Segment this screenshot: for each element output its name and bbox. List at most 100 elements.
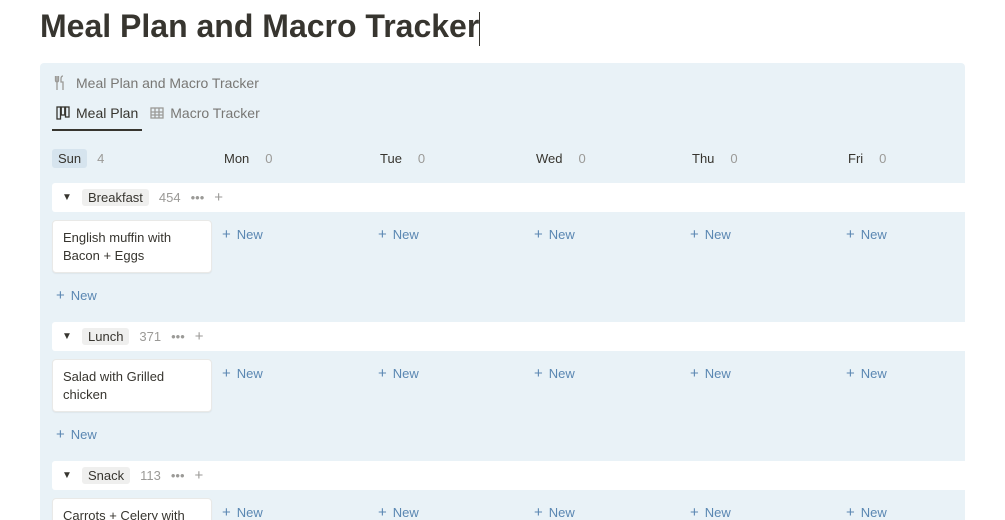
day-count-mon: 0 xyxy=(265,151,272,166)
group-count-breakfast: 454 xyxy=(159,190,181,205)
plus-icon: + xyxy=(222,226,231,243)
plus-icon: + xyxy=(56,426,65,443)
plus-icon: + xyxy=(846,504,855,520)
group-label-breakfast: Breakfast xyxy=(82,189,149,206)
new-button-sun-lunch[interactable]: +New xyxy=(52,420,212,449)
new-label: New xyxy=(237,505,263,520)
new-button-tue-lunch[interactable]: +New xyxy=(374,359,524,388)
new-button-wed-breakfast[interactable]: +New xyxy=(530,220,680,249)
new-button-mon-snack[interactable]: +New xyxy=(218,498,368,520)
day-count-wed: 0 xyxy=(579,151,586,166)
plus-icon: + xyxy=(534,365,543,382)
new-label: New xyxy=(237,366,263,381)
cell-thu-snack: + New xyxy=(686,490,836,520)
group-count-lunch: 371 xyxy=(139,329,161,344)
plus-icon: + xyxy=(690,504,699,520)
page-title[interactable]: Meal Plan and Macro Tracker xyxy=(40,8,479,45)
cell-tue-lunch: +New xyxy=(374,351,524,449)
day-label-fri: Fri xyxy=(842,149,869,168)
add-icon[interactable]: + xyxy=(214,190,223,205)
cell-sun-snack: Carrots + Celery with Hummus +New xyxy=(52,490,212,520)
card-lunch-text: Salad with Grilled chicken xyxy=(63,369,164,402)
caret-down-icon[interactable]: ▼ xyxy=(62,192,72,203)
group-label-lunch: Lunch xyxy=(82,328,129,345)
column-header-tue[interactable]: Tue 0 xyxy=(374,145,524,171)
column-header-fri[interactable]: Fri 0 xyxy=(842,145,992,171)
column-header-thu[interactable]: Thu 0 xyxy=(686,145,836,171)
new-button-mon-lunch[interactable]: + New xyxy=(218,359,368,388)
cell-sun-breakfast: English muffin with Bacon + Eggs +New xyxy=(52,212,212,310)
database-header: Meal Plan and Macro Tracker xyxy=(40,75,965,99)
new-label: New xyxy=(237,227,263,242)
caret-down-icon[interactable]: ▼ xyxy=(62,331,72,342)
board: Sun 4 Mon 0 Tue 0 Wed 0 Thu 0 Fri 0 xyxy=(40,131,965,520)
new-label: New xyxy=(549,505,575,520)
new-label: New xyxy=(393,227,419,242)
cell-mon-lunch: + New xyxy=(218,351,368,449)
new-label: New xyxy=(705,366,731,381)
caret-down-icon[interactable]: ▼ xyxy=(62,470,72,481)
more-icon[interactable]: ••• xyxy=(191,190,205,205)
group-header-breakfast[interactable]: ▼ Breakfast 454 ••• + xyxy=(52,183,992,212)
new-button-fri-snack[interactable]: + New xyxy=(842,498,992,520)
new-button-wed-lunch[interactable]: + New xyxy=(530,359,680,388)
new-button-wed-snack[interactable]: +New xyxy=(530,498,680,520)
new-label: New xyxy=(393,366,419,381)
day-count-fri: 0 xyxy=(879,151,886,166)
plus-icon: + xyxy=(690,365,699,382)
more-icon[interactable]: ••• xyxy=(171,329,185,344)
cell-sun-lunch: Salad with Grilled chicken +New xyxy=(52,351,212,449)
plus-icon: + xyxy=(56,287,65,304)
card-breakfast[interactable]: English muffin with Bacon + Eggs xyxy=(52,220,212,273)
cell-fri-breakfast: +New xyxy=(842,212,992,310)
day-label-sun: Sun xyxy=(52,149,87,168)
column-header-sun[interactable]: Sun 4 xyxy=(52,145,212,171)
cell-wed-breakfast: +New xyxy=(530,212,680,310)
cell-tue-snack: +New xyxy=(374,490,524,520)
new-button-sun-breakfast[interactable]: +New xyxy=(52,281,212,310)
new-button-tue-breakfast[interactable]: +New xyxy=(374,220,524,249)
new-label: New xyxy=(861,505,887,520)
tab-meal-plan[interactable]: Meal Plan xyxy=(52,99,142,131)
page-title-text: Meal Plan and Macro Tracker xyxy=(40,8,479,44)
day-count-tue: 0 xyxy=(418,151,425,166)
tab-macro-tracker[interactable]: Macro Tracker xyxy=(146,99,263,131)
card-snack[interactable]: Carrots + Celery with Hummus xyxy=(52,498,212,520)
new-label: New xyxy=(861,366,887,381)
new-label: New xyxy=(705,227,731,242)
board-icon xyxy=(56,106,70,120)
new-button-tue-snack[interactable]: +New xyxy=(374,498,524,520)
new-button-fri-lunch[interactable]: +New xyxy=(842,359,992,388)
new-label: New xyxy=(549,227,575,242)
new-label: New xyxy=(705,505,731,520)
table-icon xyxy=(150,106,164,120)
column-header-mon[interactable]: Mon 0 xyxy=(218,145,368,171)
cell-fri-snack: + New xyxy=(842,490,992,520)
day-label-thu: Thu xyxy=(686,149,720,168)
cell-wed-snack: +New xyxy=(530,490,680,520)
database-title[interactable]: Meal Plan and Macro Tracker xyxy=(76,75,259,91)
plus-icon: + xyxy=(222,365,231,382)
group-header-lunch[interactable]: ▼ Lunch 371 ••• + xyxy=(52,322,992,351)
cell-mon-breakfast: + New xyxy=(218,212,368,310)
new-button-thu-breakfast[interactable]: +New xyxy=(686,220,836,249)
new-button-mon-breakfast[interactable]: + New xyxy=(218,220,368,249)
new-label: New xyxy=(549,366,575,381)
day-label-mon: Mon xyxy=(218,149,255,168)
new-button-fri-breakfast[interactable]: +New xyxy=(842,220,992,249)
column-header-wed[interactable]: Wed 0 xyxy=(530,145,680,171)
day-label-wed: Wed xyxy=(530,149,569,168)
add-icon[interactable]: + xyxy=(195,468,204,483)
cell-mon-snack: +New xyxy=(218,490,368,520)
card-snack-text: Carrots + Celery with Hummus xyxy=(63,508,185,520)
add-icon[interactable]: + xyxy=(195,329,204,344)
card-lunch[interactable]: Salad with Grilled chicken xyxy=(52,359,212,412)
view-tabs: Meal Plan Macro Tracker xyxy=(40,99,965,131)
new-button-thu-lunch[interactable]: + New xyxy=(686,359,836,388)
cell-fri-lunch: +New xyxy=(842,351,992,449)
more-icon[interactable]: ••• xyxy=(171,468,185,483)
group-count-snack: 113 xyxy=(140,468,161,483)
new-button-thu-snack[interactable]: + New xyxy=(686,498,836,520)
group-header-snack[interactable]: ▼ Snack 113 ••• + xyxy=(52,461,992,490)
tab-macro-tracker-label: Macro Tracker xyxy=(170,105,259,121)
